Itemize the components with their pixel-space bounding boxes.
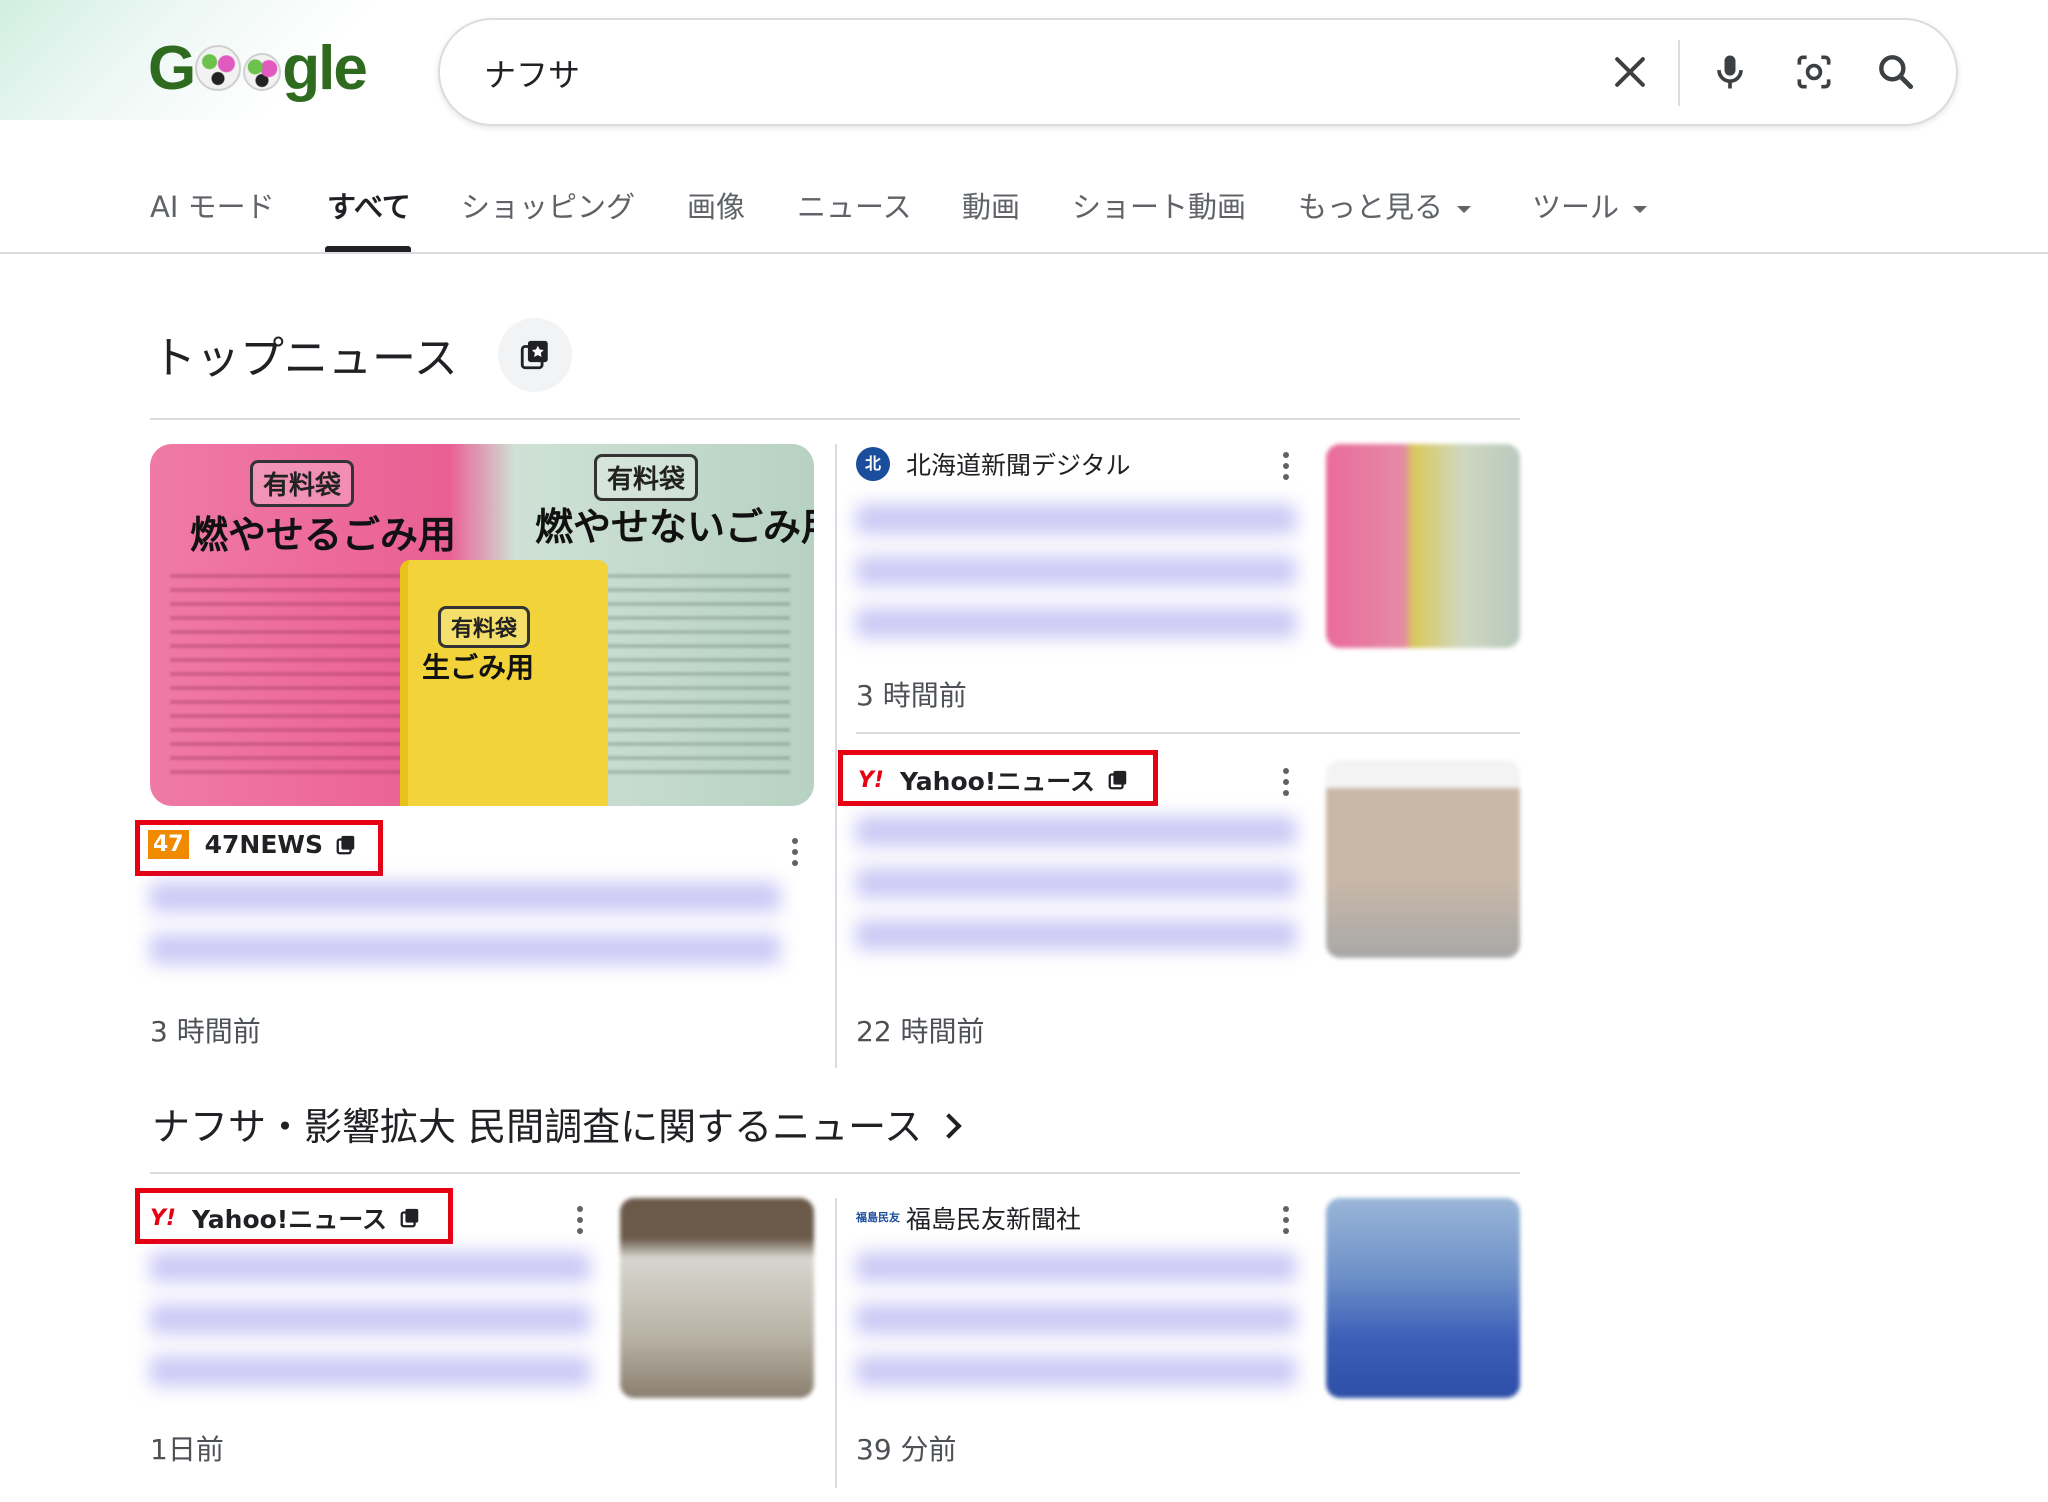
news-source-fukushima[interactable]: 福島民友 福島民友新聞社 bbox=[856, 1200, 1081, 1236]
thumb-title: 生ごみ用 bbox=[422, 651, 535, 684]
highlight-box bbox=[135, 820, 383, 876]
dropdown-caret-icon bbox=[1457, 205, 1472, 213]
tab-tools-label: ツール bbox=[1532, 190, 1620, 224]
tab-news[interactable]: ニュース bbox=[797, 184, 912, 226]
headline-blurred[interactable] bbox=[856, 1252, 1296, 1392]
search-input[interactable]: ナフサ bbox=[484, 50, 580, 96]
top-news-title: トップニュース bbox=[152, 333, 458, 384]
news-thumbnail[interactable] bbox=[1326, 760, 1520, 958]
tab-more[interactable]: もっと見る bbox=[1298, 184, 1472, 226]
feed-button[interactable] bbox=[498, 318, 572, 392]
more-options-icon[interactable] bbox=[1281, 1206, 1291, 1238]
news-time: 3 時間前 bbox=[856, 679, 967, 712]
search-box[interactable]: ナフサ bbox=[438, 18, 1958, 126]
yellow-bag-image: 有料袋 生ごみ用 bbox=[400, 560, 608, 806]
more-options-icon[interactable] bbox=[575, 1206, 585, 1238]
fukushima-logo-icon: 福島民友 bbox=[856, 1211, 900, 1224]
news-thumbnail[interactable] bbox=[1326, 1198, 1520, 1398]
headline-blurred[interactable] bbox=[856, 816, 1296, 956]
news-source-hokkaido[interactable]: 北 北海道新聞デジタル bbox=[856, 446, 1131, 482]
thumb-label: 有料袋 bbox=[594, 454, 699, 501]
chevron-right-icon bbox=[936, 1112, 962, 1139]
highlight-box bbox=[838, 750, 1158, 806]
more-options-icon[interactable] bbox=[1281, 452, 1291, 484]
headline-blurred[interactable] bbox=[150, 882, 780, 982]
clear-icon[interactable] bbox=[1608, 50, 1652, 94]
thumb-title: 燃やせるごみ用 bbox=[190, 513, 457, 557]
thumb-texture bbox=[590, 574, 790, 774]
news-time: 3 時間前 bbox=[150, 1015, 261, 1048]
news-thumbnail[interactable] bbox=[620, 1198, 814, 1398]
tabs-divider bbox=[0, 252, 2048, 254]
tab-short-videos[interactable]: ショート動画 bbox=[1072, 184, 1246, 226]
search-divider bbox=[1678, 40, 1680, 106]
doodle-ball-icon bbox=[243, 53, 282, 91]
column-divider bbox=[835, 1198, 837, 1488]
news-time: 1日前 bbox=[150, 1433, 224, 1466]
tab-all[interactable]: すべて bbox=[327, 184, 411, 226]
tab-ai-mode[interactable]: AI モード bbox=[150, 184, 275, 226]
news-thumbnail[interactable] bbox=[1326, 444, 1520, 648]
related-news-title: ナフサ・影響拡大 民間調査に関するニュース bbox=[152, 1105, 923, 1149]
source-name: 福島民友新聞社 bbox=[906, 1205, 1082, 1234]
tab-shopping[interactable]: ショッピング bbox=[461, 184, 635, 226]
section-divider bbox=[150, 1172, 1520, 1174]
search-icon[interactable] bbox=[1874, 50, 1918, 94]
headline-blurred[interactable] bbox=[856, 504, 1296, 644]
source-name: 北海道新聞デジタル bbox=[906, 451, 1131, 480]
microphone-icon[interactable] bbox=[1708, 50, 1752, 94]
google-logo[interactable]: Ggle bbox=[148, 34, 368, 104]
camera-lens-icon[interactable] bbox=[1792, 50, 1836, 94]
thumb-label: 有料袋 bbox=[438, 606, 531, 648]
hokkaido-logo-icon: 北 bbox=[856, 447, 890, 481]
star-collection-icon bbox=[520, 340, 548, 370]
headline-blurred[interactable] bbox=[150, 1252, 590, 1392]
more-options-icon[interactable] bbox=[1281, 768, 1291, 800]
tab-images[interactable]: 画像 bbox=[687, 184, 745, 226]
dropdown-caret-icon bbox=[1633, 205, 1648, 213]
tab-videos[interactable]: 動画 bbox=[962, 184, 1020, 226]
tab-tools[interactable]: ツール bbox=[1532, 184, 1648, 226]
related-news-link[interactable]: ナフサ・影響拡大 民間調査に関するニュース bbox=[152, 1096, 962, 1151]
card-divider bbox=[856, 732, 1520, 734]
news-time: 22 時間前 bbox=[856, 1015, 985, 1048]
column-divider bbox=[835, 444, 837, 1068]
section-divider bbox=[150, 418, 1520, 420]
thumb-title: 燃やせないごみ用 bbox=[535, 505, 814, 549]
tab-more-label: もっと見る bbox=[1298, 190, 1444, 224]
more-options-icon[interactable] bbox=[790, 838, 800, 870]
doodle-ball-icon bbox=[195, 45, 242, 91]
news-time: 39 分前 bbox=[856, 1433, 957, 1466]
highlight-box bbox=[135, 1188, 453, 1244]
thumb-label: 有料袋 bbox=[250, 460, 355, 507]
